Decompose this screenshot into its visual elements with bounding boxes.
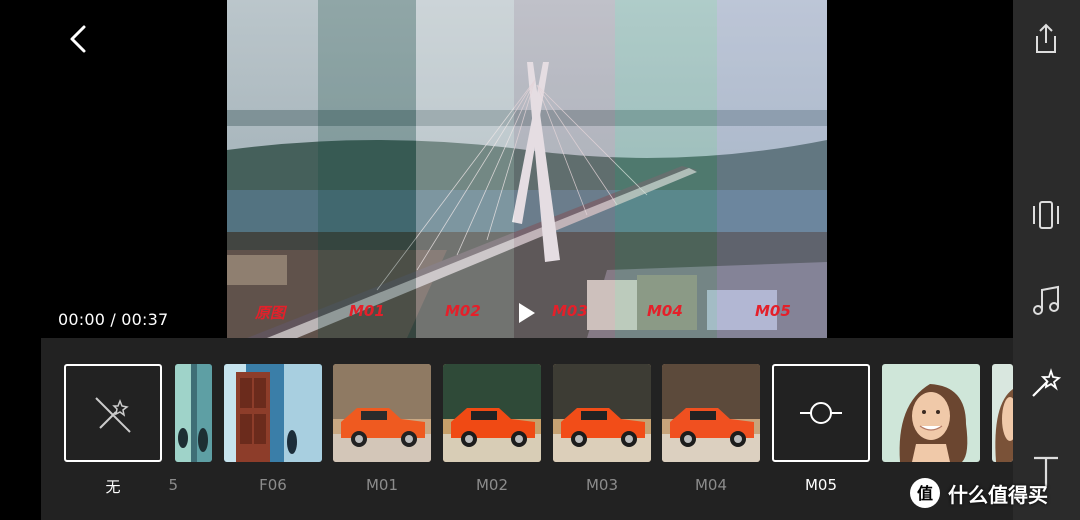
filter-preview-image [662,364,760,462]
filter-preview-image [333,364,431,462]
play-icon[interactable] [514,301,538,325]
filter-strip-m02 [416,0,514,338]
filter-preview-image [882,364,980,462]
filter-label: F06 [259,476,287,494]
filter-label: M04 [694,476,728,494]
filter-thumb[interactable] [662,364,760,462]
strip-label: M04 [647,302,683,320]
magic-wand-filter-icon[interactable] [1029,366,1063,400]
filter-none-thumb[interactable] [64,364,162,462]
adjust-slider-icon [800,402,842,424]
filter-preview-image [443,364,541,462]
filter-preview-image [224,364,322,462]
filter-label: 5 [168,476,178,494]
filter-strip-m05 [717,0,827,338]
strip-label: M01 [349,302,385,320]
filter-strip-m03 [514,0,615,338]
strip-label: M05 [755,302,791,320]
aspect-ratio-icon[interactable] [1029,198,1063,232]
svg-text:值: 值 [917,484,933,503]
filter-preview-image [175,364,212,462]
filter-preview-image [992,364,1013,462]
filter-strip-original [227,0,318,338]
filter-label: M05 [804,476,838,494]
editor-toolbar [1013,0,1080,520]
filter-label: M03 [585,476,619,494]
filter-label: M02 [475,476,509,494]
filter-thumb[interactable] [992,364,1013,462]
filter-label: M01 [365,476,399,494]
back-button[interactable] [62,20,102,60]
no-filter-icon [95,397,131,433]
filter-m05-selected-thumb[interactable] [772,364,870,462]
filter-thumb[interactable] [443,364,541,462]
filter-strip-m04 [615,0,717,338]
filter-strip-m01 [318,0,416,338]
filter-panel: 无 5 F06 M01 M02 M03 M04 M05 [41,338,1013,520]
filter-thumb[interactable] [224,364,322,462]
strip-label: M02 [445,302,481,320]
zhide-logo-icon: 值 [910,478,940,508]
share-icon[interactable] [1029,22,1063,56]
filter-thumb[interactable] [333,364,431,462]
strip-label: M03 [552,302,588,320]
music-icon[interactable] [1029,284,1063,318]
watermark: 值 什么值得买 [908,474,1048,512]
filter-thumb[interactable] [175,364,212,462]
filter-preview-image [553,364,651,462]
strip-label: 原图 [255,304,286,322]
chevron-left-icon [70,25,86,53]
playback-time: 00:00 / 00:37 [58,310,169,329]
filter-thumb[interactable] [882,364,980,462]
video-preview[interactable]: 原图 M01 M02 M03 M04 M05 [227,0,827,338]
filter-thumb[interactable] [553,364,651,462]
watermark-text: 什么值得买 [948,482,1048,507]
